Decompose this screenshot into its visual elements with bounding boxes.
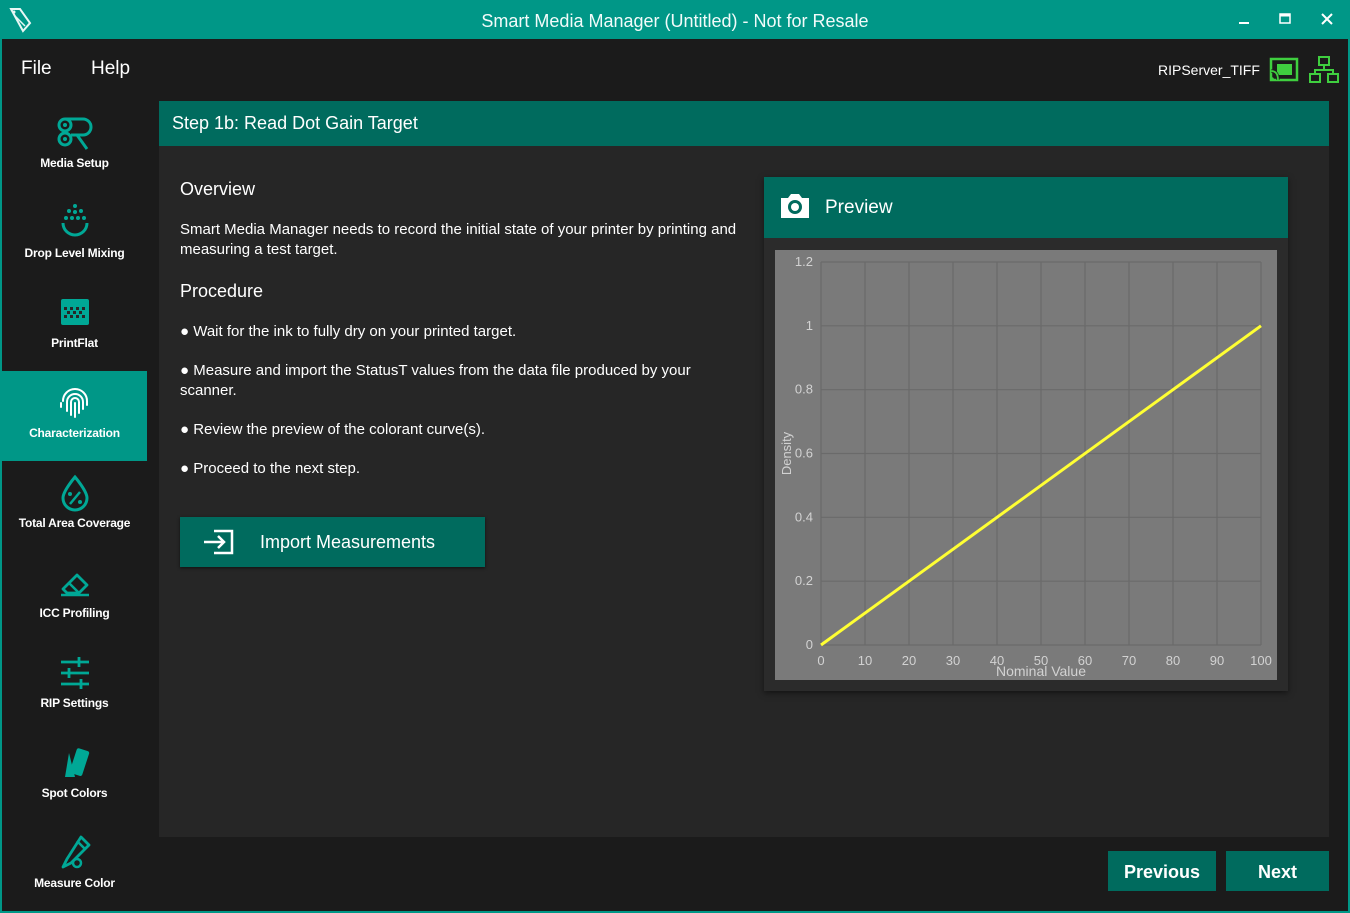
sidebar-item-icc-profiling[interactable]: ICC Profiling bbox=[2, 551, 147, 641]
x-tick-label: 90 bbox=[1210, 653, 1224, 668]
procedure-step-3: ● Review the preview of the colorant cur… bbox=[180, 421, 486, 438]
main-panel: Step 1b: Read Dot Gain Target Overview S… bbox=[159, 101, 1329, 837]
sliders-icon bbox=[60, 657, 89, 689]
preview-title: Preview bbox=[825, 197, 893, 218]
procedure-step-1: ● Wait for the ink to fully dry on your … bbox=[180, 323, 517, 340]
minimize-button[interactable] bbox=[1225, 0, 1265, 39]
x-tick-label: 0 bbox=[817, 653, 824, 668]
maximize-button[interactable] bbox=[1266, 0, 1306, 39]
sidebar-item-label: Spot Colors bbox=[41, 786, 108, 800]
x-tick-label: 100 bbox=[1250, 653, 1272, 668]
sidebar-item-characterization[interactable]: Characterization bbox=[2, 371, 147, 461]
y-tick-label: 0.6 bbox=[795, 446, 813, 461]
sidebar-item-printflat[interactable]: PrintFlat bbox=[2, 281, 147, 371]
server-name: RIPServer_TIFF bbox=[1158, 62, 1260, 78]
density-chart: 0 10 20 30 40 50 60 70 80 90 10000.20.40.60.811.2N… bbox=[775, 250, 1277, 680]
minimize-icon bbox=[1239, 22, 1249, 24]
swatch-icon bbox=[64, 748, 89, 777]
x-tick-label: 30 bbox=[946, 653, 960, 668]
eraser-icon bbox=[60, 573, 89, 597]
fingerprint-icon bbox=[59, 388, 88, 418]
menu-file[interactable]: File bbox=[21, 58, 52, 80]
y-tick-label: 0 bbox=[806, 637, 813, 652]
preview-card: Preview 0 10 20 30 40 50 60 70 80 90 100 0 0.2 0.4 0.6… bbox=[764, 177, 1288, 691]
sidebar-item-media-setup[interactable]: Media Setup bbox=[2, 101, 147, 191]
sidebar-item-label: PrintFlat bbox=[51, 336, 98, 350]
chart-background bbox=[775, 250, 1277, 680]
sidebar-item-label: Characterization bbox=[29, 426, 120, 440]
eyedropper-icon bbox=[61, 835, 90, 869]
window-title: Smart Media Manager (Untitled) - Not for… bbox=[481, 11, 869, 31]
import-icon bbox=[204, 529, 234, 555]
next-button[interactable]: Next bbox=[1226, 851, 1329, 891]
sidebar-item-label: RIP Settings bbox=[40, 696, 109, 710]
x-axis-label: Nominal Value bbox=[996, 663, 1086, 679]
procedure-step-4: ● Proceed to the next step. bbox=[180, 460, 360, 477]
sidebar-item-label: Total Area Coverage bbox=[18, 516, 131, 530]
menu-help[interactable]: Help bbox=[91, 58, 130, 80]
ink-drop-percent-icon bbox=[60, 474, 89, 512]
maximize-icon bbox=[1279, 13, 1291, 24]
y-axis-label: Density bbox=[779, 431, 794, 475]
camera-icon bbox=[781, 194, 809, 218]
overview-text: Smart Media Manager needs to record the … bbox=[180, 221, 737, 258]
y-tick-label: 0.4 bbox=[795, 509, 813, 524]
printflat-grid-icon bbox=[60, 299, 89, 325]
x-tick-label: 70 bbox=[1122, 653, 1136, 668]
step-title: Step 1b: Read Dot Gain Target bbox=[159, 101, 1329, 146]
title-bar: Smart Media Manager (Untitled) - Not for… bbox=[0, 0, 1350, 39]
sidebar-item-label: Measure Color bbox=[34, 876, 115, 890]
sidebar-item-drop-level-mixing[interactable]: Drop Level Mixing bbox=[2, 191, 147, 281]
sidebar-item-label: Media Setup bbox=[40, 156, 109, 170]
overview-title: Overview bbox=[180, 179, 256, 199]
network-icon[interactable] bbox=[1309, 56, 1339, 84]
y-tick-label: 0.2 bbox=[795, 573, 813, 588]
sidebar-item-spot-colors[interactable]: Spot Colors bbox=[2, 731, 147, 821]
y-tick-label: 1 bbox=[806, 318, 813, 333]
procedure-step-2: ● Measure and import the StatusT values … bbox=[180, 362, 691, 399]
preview-header: Preview bbox=[764, 177, 1288, 238]
sidebar-item-total-area-coverage[interactable]: Total Area Coverage bbox=[2, 461, 147, 551]
x-tick-label: 80 bbox=[1166, 653, 1180, 668]
import-measurements-button[interactable]: Import Measurements bbox=[180, 517, 485, 567]
y-tick-label: 0.8 bbox=[795, 382, 813, 397]
sidebar-item-label: Drop Level Mixing bbox=[24, 246, 125, 260]
close-icon bbox=[1321, 13, 1333, 25]
import-measurements-label: Import Measurements bbox=[260, 532, 436, 552]
drop-mixing-icon bbox=[61, 204, 88, 237]
cast-connected-icon[interactable] bbox=[1269, 57, 1299, 83]
sidebar-item-rip-settings[interactable]: RIP Settings bbox=[2, 641, 147, 731]
sidebar-item-label: ICC Profiling bbox=[39, 606, 110, 620]
x-tick-label: 10 bbox=[858, 653, 872, 668]
media-rolls-icon bbox=[57, 117, 92, 150]
procedure-title: Procedure bbox=[180, 281, 264, 301]
x-tick-label: 20 bbox=[902, 653, 916, 668]
close-button[interactable] bbox=[1308, 0, 1348, 39]
y-tick-label: 1.2 bbox=[795, 254, 813, 269]
previous-button[interactable]: Previous bbox=[1108, 851, 1216, 891]
sidebar-item-measure-color[interactable]: Measure Color bbox=[2, 821, 147, 911]
